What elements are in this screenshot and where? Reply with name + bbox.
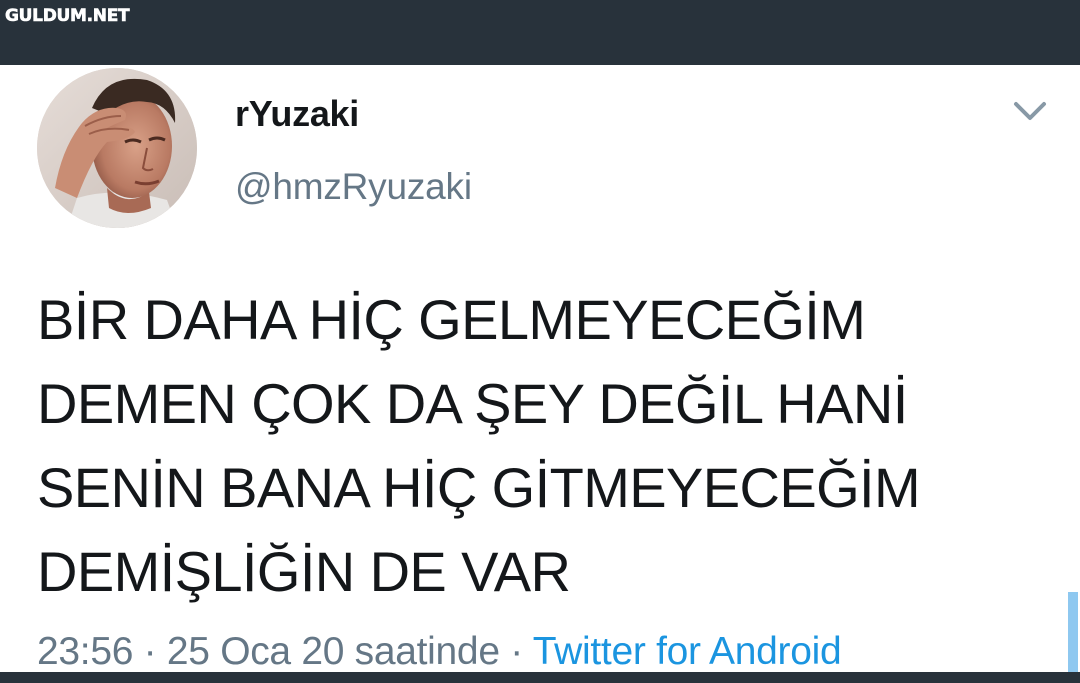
tweet-meta: 23:56 · 25 Oca 20 saatinde · Twitter for…: [37, 630, 842, 674]
avatar[interactable]: [37, 68, 197, 228]
tweet-text-line: SENİN BANA HİÇ GİTMEYECEĞİM: [37, 456, 921, 519]
tweet-screenshot: GULDUM.NET rYuzaki @hmzRyuzaki BİR DAHA …: [0, 0, 1080, 683]
tweet-text-line: DEMEN ÇOK DA ŞEY DEĞİL HANİ: [37, 372, 908, 435]
tweet-text-line: BİR DAHA HİÇ GELMEYECEĞİM: [37, 288, 866, 351]
display-name[interactable]: rYuzaki: [235, 93, 359, 135]
meta-separator: ·: [499, 630, 533, 673]
meta-separator: ·: [133, 630, 167, 673]
user-handle[interactable]: @hmzRyuzaki: [235, 166, 472, 208]
chevron-down-icon[interactable]: [1010, 96, 1050, 126]
tweet-source-link[interactable]: Twitter for Android: [533, 630, 842, 673]
tweet-text-line: DEMİŞLİĞİN DE VAR: [37, 540, 571, 603]
bottom-bar: [0, 672, 1080, 683]
tweet-text: BİR DAHA HİÇ GELMEYECEĞİM DEMEN ÇOK DA Ş…: [37, 278, 1057, 614]
avatar-image: [37, 68, 197, 228]
scrollbar-thumb[interactable]: [1068, 592, 1078, 672]
tweet-date[interactable]: 25 Oca 20 saatinde: [167, 630, 500, 673]
top-bar: GULDUM.NET: [0, 0, 1080, 65]
tweet-time[interactable]: 23:56: [37, 630, 133, 673]
watermark: GULDUM.NET: [5, 6, 130, 27]
